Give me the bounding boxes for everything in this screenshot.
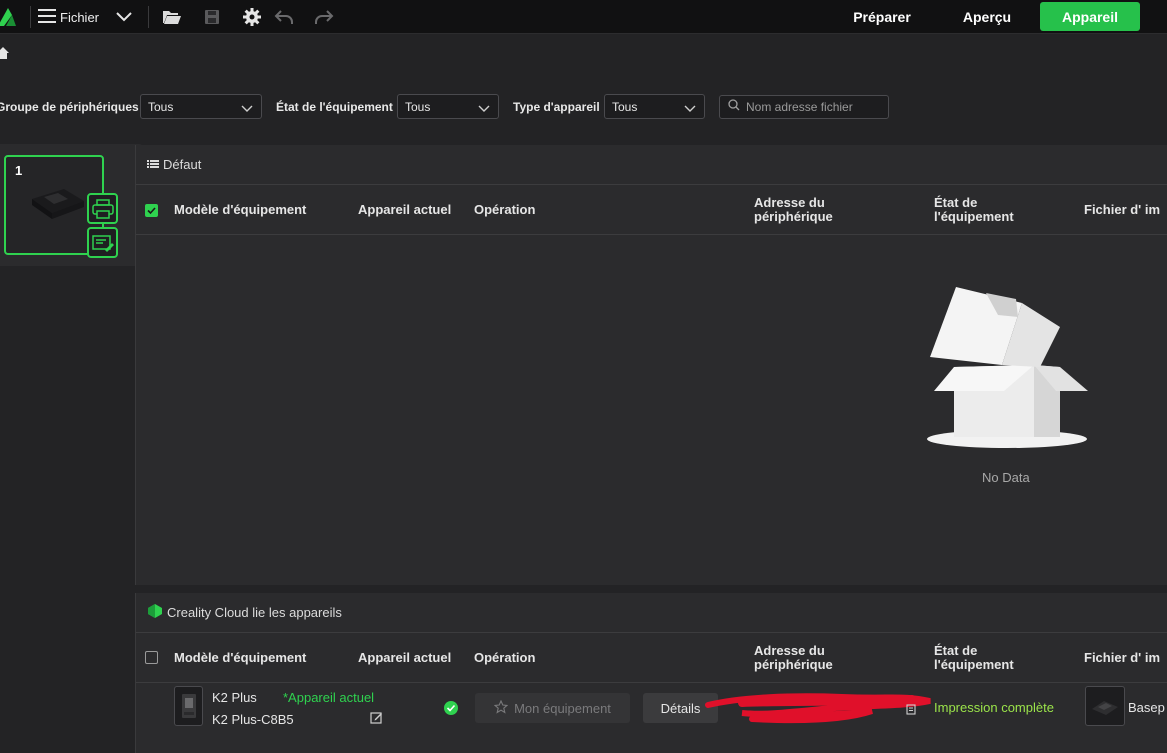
device-group-select[interactable]: Tous (140, 94, 262, 119)
group-sidebar: 1 (0, 144, 143, 266)
device-group-value: Tous (148, 99, 174, 114)
edit-name-icon[interactable] (370, 711, 383, 724)
col-state: État de l'équipement (934, 644, 1014, 672)
search-icon (728, 98, 740, 116)
col-state-line2: l'équipement (934, 657, 1014, 672)
folder-open-icon[interactable] (161, 6, 183, 28)
col-model: Modèle d'équipement (174, 650, 307, 665)
equipment-state-label: État de l'équipement (276, 100, 393, 114)
device-group-label: Groupe de périphériques (0, 100, 139, 114)
online-check-icon (444, 701, 458, 715)
col-operation: Opération (474, 202, 536, 217)
col-address: Adresse du périphérique (754, 196, 833, 224)
cloud-devices-panel: Creality Cloud lie les appareils Modèle … (135, 593, 1167, 753)
header-divider (136, 234, 1167, 235)
group-number: 1 (15, 163, 23, 178)
file-thumbnail (1085, 686, 1125, 726)
col-state-line1: État de (934, 195, 978, 210)
equipment-state-value: Tous (405, 99, 431, 114)
file-menu-button[interactable]: Fichier (38, 6, 99, 28)
chevron-down-icon (478, 102, 490, 112)
cloud-panel-header: Creality Cloud lie les appareils (136, 593, 1167, 633)
edit-group-icon[interactable] (87, 227, 118, 258)
undo-icon[interactable] (273, 6, 295, 28)
file-menu-label: Fichier (60, 9, 100, 25)
col-current-device: Appareil actuel (358, 650, 452, 665)
chevron-down-icon (684, 102, 696, 112)
equipment-state-select[interactable]: Tous (397, 94, 499, 119)
tab-prepare[interactable]: Préparer (842, 0, 922, 34)
chevron-down-icon[interactable] (114, 7, 134, 27)
col-operation: Opération (474, 650, 536, 665)
my-equipment-label: Mon équipement (514, 700, 611, 716)
search-field[interactable] (719, 95, 889, 119)
my-equipment-button[interactable]: Mon équipement (475, 693, 630, 723)
printer-thumbnail (24, 179, 86, 223)
toolbar-divider (30, 6, 31, 28)
current-device-tag: *Appareil actuel (283, 690, 375, 705)
device-type-value: Tous (612, 99, 638, 114)
save-icon[interactable] (201, 6, 223, 28)
col-state-line2: l'équipement (934, 209, 1014, 224)
default-panel-title: Défaut (163, 157, 202, 172)
default-group-panel: Défaut Modèle d'équipement Appareil actu… (135, 145, 1167, 585)
hamburger-icon (38, 8, 56, 27)
address-redaction (702, 691, 934, 727)
tab-preview[interactable]: Aperçu (952, 0, 1022, 34)
search-input[interactable] (746, 100, 886, 114)
device-model: K2 Plus (212, 690, 257, 705)
star-icon (493, 699, 509, 717)
printer-icon[interactable] (87, 193, 118, 224)
tab-device[interactable]: Appareil (1040, 2, 1140, 31)
default-panel-header: Défaut (136, 145, 1167, 185)
col-address-line1: Adresse du (754, 195, 825, 210)
file-name: Basep (1128, 700, 1165, 715)
creality-cloud-icon (147, 603, 163, 622)
list-icon (147, 157, 159, 172)
select-all-checkbox[interactable] (145, 204, 158, 217)
chevron-down-icon (241, 102, 253, 112)
device-status: Impression complète (934, 700, 1054, 715)
col-file: Fichier d' im (1084, 650, 1161, 665)
device-type-select[interactable]: Tous (604, 94, 705, 119)
col-address-line2: périphérique (754, 209, 833, 224)
toolbar-divider (148, 6, 149, 28)
device-type-label: Type d'appareil (513, 100, 600, 114)
cloud-panel-title: Creality Cloud lie les appareils (167, 605, 342, 620)
col-model: Modèle d'équipement (174, 202, 307, 217)
col-state: État de l'équipement (934, 196, 1014, 224)
select-all-checkbox[interactable] (145, 651, 158, 664)
home-icon[interactable] (0, 46, 9, 59)
copy-icon[interactable] (906, 702, 917, 715)
empty-box-illustration (926, 287, 1088, 451)
device-thumbnail (174, 686, 203, 726)
col-file: Fichier d' im (1084, 202, 1161, 217)
app-logo-icon (0, 6, 16, 28)
device-name: K2 Plus-C8B5 (212, 712, 294, 727)
col-address: Adresse du périphérique (754, 644, 833, 672)
col-address-line1: Adresse du (754, 643, 825, 658)
col-state-line1: État de (934, 643, 978, 658)
top-toolbar: Fichier Préparer Aperçu Appareil (0, 0, 1167, 34)
redo-icon[interactable] (313, 6, 335, 28)
empty-state-text: No Data (982, 470, 1030, 485)
table-row[interactable]: K2 Plus *Appareil actuel K2 Plus-C8B5 Mo… (136, 683, 1167, 733)
col-current-device: Appareil actuel (358, 202, 452, 217)
col-address-line2: périphérique (754, 657, 833, 672)
gear-icon[interactable] (241, 6, 263, 28)
